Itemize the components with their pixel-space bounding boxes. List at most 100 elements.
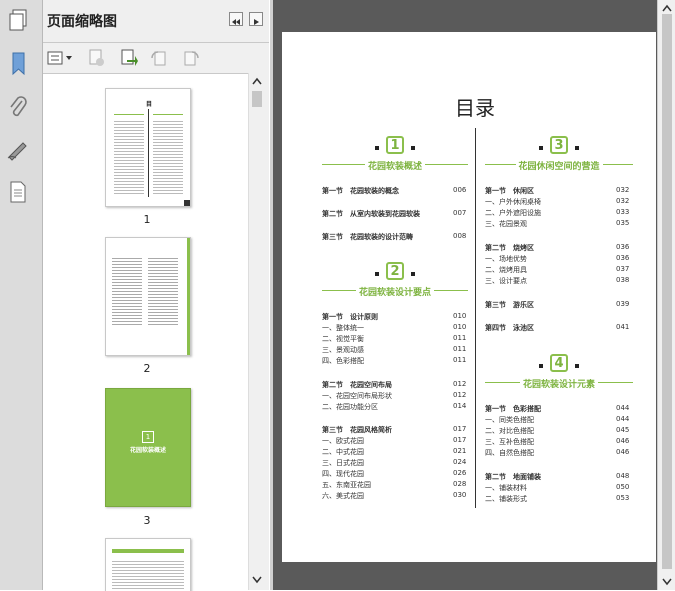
toc-chapter: 第一节 花园软装的概念 <box>322 187 399 195</box>
toc-page-number: 044 <box>616 404 630 412</box>
toc-item: 四、现代花园 <box>322 470 364 478</box>
scrollbar-thumb[interactable] <box>252 91 262 107</box>
toc-page-number: 010 <box>453 323 467 331</box>
thumb-green-bar <box>112 549 184 553</box>
toc-page-number: 041 <box>616 323 630 331</box>
toc-page-number: 026 <box>453 469 467 477</box>
paperclip-icon[interactable] <box>4 93 32 121</box>
toc-page-number: 011 <box>453 334 467 342</box>
thumbnail-scrollbar[interactable] <box>248 73 265 590</box>
thumbnail-page-2[interactable] <box>105 237 191 356</box>
toc-page-number: 012 <box>453 380 467 388</box>
document-icon[interactable] <box>4 178 32 206</box>
signature-icon[interactable] <box>4 136 32 164</box>
bullet-dot <box>411 146 415 150</box>
thumb-text-lines <box>114 119 144 195</box>
collapse-left-button[interactable] <box>229 12 243 26</box>
toc-item: 一、同类色搭配 <box>485 416 534 424</box>
toc-item: 五、东南亚花园 <box>322 481 371 489</box>
toc-page-number: 044 <box>616 415 630 423</box>
toc-item: 一、户外休闲桌椅 <box>485 198 541 206</box>
toc-chapter: 第二节 花园空间布局 <box>322 381 392 389</box>
section-number: 3 <box>550 136 568 154</box>
options-menu-icon[interactable] <box>45 47 75 69</box>
panel-title: 页面缩略图 <box>47 14 117 30</box>
scroll-down-icon[interactable] <box>662 578 672 586</box>
section-number: 1 <box>386 136 404 154</box>
toc-chapter: 第一节 设计原则 <box>322 313 378 321</box>
thumb-green-edge <box>187 238 190 355</box>
thumbnail-page-1[interactable]: 目 <box>105 88 191 207</box>
expand-right-button[interactable] <box>249 12 263 26</box>
toc-item: 二、视觉平衡 <box>322 335 364 343</box>
thumb-text-lines <box>112 559 184 591</box>
scroll-down-icon[interactable] <box>252 576 262 584</box>
toc-page-number: 037 <box>616 265 630 273</box>
section-title: 花园软装概述 <box>365 159 426 172</box>
toc-chapter: 第三节 游乐区 <box>485 301 534 309</box>
toc-page-number: 053 <box>616 494 630 502</box>
toc-item: 二、花园功能分区 <box>322 403 378 411</box>
navigation-icon-bar <box>0 0 43 590</box>
thumbnail-label: 3 <box>143 514 151 527</box>
toc-chapter: 第三节 花园软装的设计范畴 <box>322 233 413 241</box>
resize-handle[interactable] <box>184 200 190 206</box>
toc-page-number: 028 <box>453 480 467 488</box>
toc-item: 二、中式花园 <box>322 448 364 456</box>
toc-item: 六、美式花园 <box>322 492 364 500</box>
bullet-dot <box>375 272 379 276</box>
toc-page-number: 036 <box>616 243 630 251</box>
toc-item: 一、花园空间布局形状 <box>322 392 392 400</box>
toc-page-number: 038 <box>616 276 630 284</box>
toc-chapter: 第二节 从室内软装到花园软装 <box>322 210 420 218</box>
thumb-cover-number: 1 <box>142 431 154 443</box>
bookmark-icon[interactable] <box>4 50 32 78</box>
delete-page-icon[interactable] <box>85 47 109 69</box>
toc-page-number: 017 <box>453 425 467 433</box>
bullet-dot <box>411 272 415 276</box>
toc-page-number: 036 <box>616 254 630 262</box>
toc-page-number: 006 <box>453 186 467 194</box>
toc-page-number: 012 <box>453 391 467 399</box>
toc-item: 一、欧式花园 <box>322 437 364 445</box>
thumb-text-lines <box>112 256 142 326</box>
section-number: 2 <box>386 262 404 280</box>
toc-page-number: 017 <box>453 436 467 444</box>
toc-page-number: 011 <box>453 356 467 364</box>
document-scrollbar[interactable] <box>657 0 675 590</box>
toc-item: 一、整体统一 <box>322 324 364 332</box>
toc-chapter: 第一节 色彩搭配 <box>485 405 541 413</box>
rotate-ccw-icon[interactable] <box>147 47 171 69</box>
rotate-cw-icon[interactable] <box>179 47 203 69</box>
bullet-dot <box>539 364 543 368</box>
toc-page-number: 014 <box>453 402 467 410</box>
thumb-divider <box>148 109 149 197</box>
thumbnail-label: 1 <box>143 213 151 226</box>
toc-item: 三、互补色搭配 <box>485 438 534 446</box>
toc-item: 一、铺装材料 <box>485 484 527 492</box>
toc-page-number: 011 <box>453 345 467 353</box>
thumbnail-list: 目 1 2 1 花园软装概述 3 <box>43 73 248 591</box>
toc-page-number: 033 <box>616 208 630 216</box>
thumb-line <box>153 114 183 115</box>
toc-page-number: 010 <box>453 312 467 320</box>
bullet-dot <box>375 146 379 150</box>
toc-item: 四、色彩搭配 <box>322 357 364 365</box>
toc-item: 二、对比色搭配 <box>485 427 534 435</box>
toc-chapter: 第四节 泳池区 <box>485 324 534 332</box>
scroll-up-icon[interactable] <box>662 4 672 12</box>
scroll-up-icon[interactable] <box>252 77 262 85</box>
section-title: 花园休闲空间的营造 <box>515 159 603 172</box>
thumbnail-page-4[interactable] <box>105 538 191 591</box>
insert-page-icon[interactable] <box>117 47 141 69</box>
bullet-dot <box>539 146 543 150</box>
column-divider <box>475 128 476 508</box>
toc-item: 二、铺装形式 <box>485 495 527 503</box>
pages-icon[interactable] <box>4 6 32 34</box>
bullet-dot <box>575 146 579 150</box>
section-number: 4 <box>550 354 568 372</box>
thumbnail-page-3[interactable]: 1 花园软装概述 <box>105 388 191 507</box>
thumb-mini-title: 目 <box>146 101 153 108</box>
toc-item: 四、自然色搭配 <box>485 449 534 457</box>
scrollbar-thumb[interactable] <box>662 14 672 569</box>
